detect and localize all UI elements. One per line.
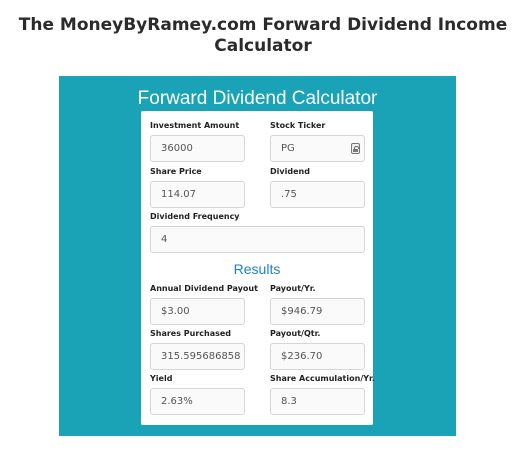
stock-ticker-label: Stock Ticker (270, 121, 326, 130)
page-title-line-1: The MoneyByRamey.com Forward Dividend In… (18, 15, 508, 35)
results-heading: Results (233, 261, 281, 277)
payout-yr-output: $946.79 (270, 298, 365, 325)
share-price-label: Share Price (150, 167, 202, 176)
dividend-frequency-input[interactable]: 4 (150, 226, 365, 253)
payout-qtr-output: $236.70 (270, 343, 365, 370)
share-accumulation-yr-label: Share Accumulation/Yr. (270, 374, 375, 383)
dividend-label: Dividend (270, 167, 310, 176)
stock-ticker-input[interactable]: PG (270, 135, 365, 162)
payout-qtr-label: Payout/Qtr. (270, 329, 321, 338)
shares-purchased-output: 315.595686858 (150, 343, 245, 370)
stock-ticker-value: PG (281, 143, 295, 154)
yield-label: Yield (150, 374, 173, 383)
yield-output: 2.63% (150, 388, 245, 415)
dividend-input[interactable]: .75 (270, 181, 365, 208)
shares-purchased-label: Shares Purchased (150, 329, 232, 338)
calculator-card: Investment Amount 36000 Stock Ticker PG … (141, 111, 375, 425)
annual-dividend-payout-output: $3.00 (150, 298, 245, 325)
share-accumulation-yr-output: 8.3 (270, 388, 365, 415)
dividend-frequency-label: Dividend Frequency (150, 212, 240, 221)
page-title-line-2: Calculator (214, 36, 312, 56)
page-title: The MoneyByRamey.com Forward Dividend In… (0, 15, 526, 57)
payout-yr-label: Payout/Yr. (270, 284, 316, 293)
share-price-input[interactable]: 114.07 (150, 181, 245, 208)
calculator-title: Forward Dividend Calculator (137, 88, 378, 109)
investment-amount-input[interactable]: 36000 (150, 135, 245, 162)
investment-amount-label: Investment Amount (150, 121, 240, 130)
calculator-panel: Forward Dividend Calculator Investment A… (59, 76, 456, 436)
annual-dividend-payout-label: Annual Dividend Payout (150, 284, 258, 293)
lock-icon[interactable] (351, 143, 360, 154)
